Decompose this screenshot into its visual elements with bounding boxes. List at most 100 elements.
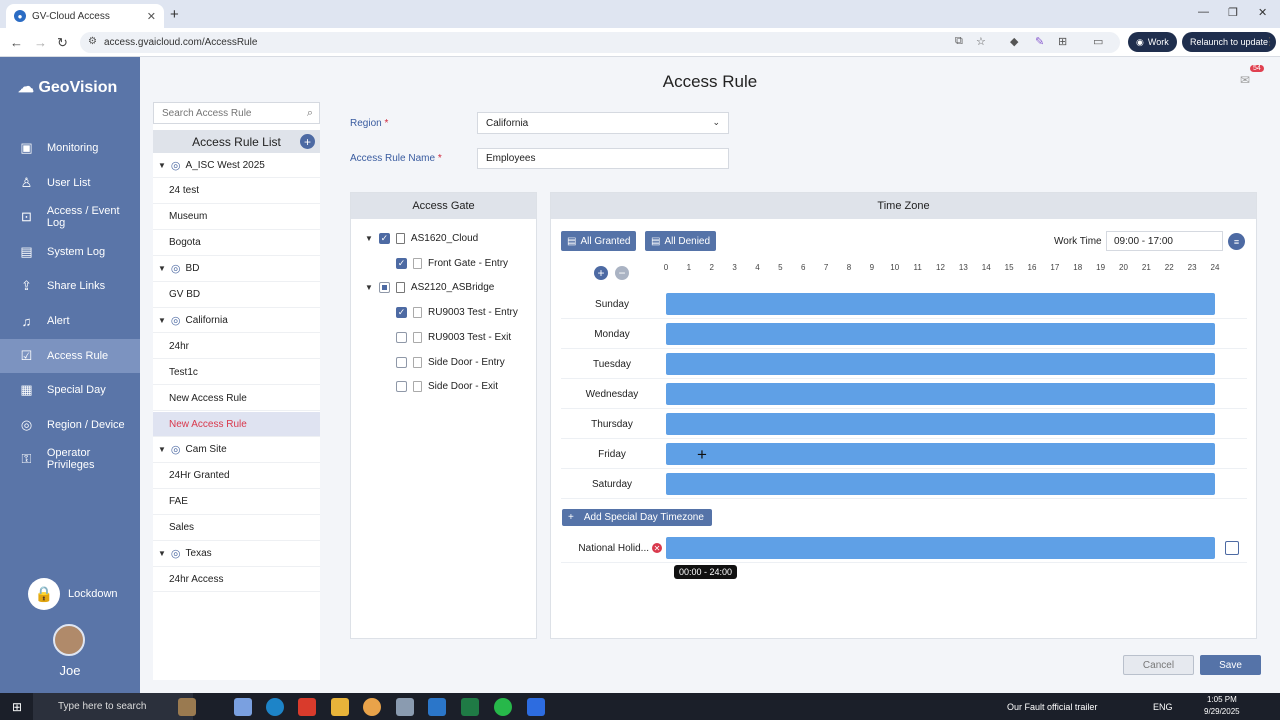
sidebar-item-region-device[interactable]: ◎ Region / Device [0, 408, 140, 442]
sidebar-item-monitoring[interactable]: ▣ Monitoring [0, 131, 140, 165]
back-icon[interactable]: ← [10, 35, 23, 50]
schedule-bar[interactable] [666, 473, 1215, 495]
bookmark-star-icon[interactable]: ☆ [976, 35, 986, 48]
site-info-icon[interactable]: ⚙ [88, 36, 97, 47]
tree-group[interactable]: ▼ ◎ California [153, 308, 320, 334]
gate-device-row[interactable]: ▼ ✓ AS1620_Cloud [365, 233, 478, 244]
list-item[interactable]: 24Hr Granted [153, 464, 320, 489]
list-item[interactable]: GV BD [153, 283, 320, 308]
app-icon-red[interactable] [298, 698, 316, 716]
sidebar-item-access-event-log[interactable]: ⊡ Access / Event Log [0, 200, 140, 234]
extension-icon[interactable]: ◆ [1010, 35, 1018, 48]
door-checkbox[interactable] [396, 381, 407, 393]
restore-icon[interactable]: ❐ [1228, 6, 1238, 19]
sidebar-item-system-log[interactable]: ▤ System Log [0, 235, 140, 269]
gate-door-row[interactable]: Side Door - Entry [396, 356, 505, 368]
gate-device-row[interactable]: ▼ AS2120_ASBridge [365, 282, 494, 294]
list-item[interactable]: 24 test [153, 179, 320, 204]
caret-down-icon[interactable]: ▼ [158, 161, 166, 170]
schedule-bar[interactable] [666, 293, 1215, 315]
windows-start-icon[interactable]: ⊞ [12, 700, 22, 714]
avatar[interactable] [53, 624, 85, 656]
schedule-bar[interactable] [666, 443, 1215, 465]
schedule-bar[interactable] [666, 413, 1215, 435]
browser-menu-icon[interactable]: ⋮ [1264, 35, 1275, 48]
minimize-icon[interactable]: — [1198, 6, 1209, 18]
extensions-puzzle-icon[interactable]: ⊞ [1058, 35, 1067, 48]
news-ticker[interactable]: Our Fault official trailer [1007, 702, 1097, 712]
url-field[interactable]: ⚙ access.gvaicloud.com/AccessRule [80, 32, 1120, 53]
list-item[interactable]: FAE [153, 490, 320, 515]
clock-time[interactable]: 1:05 PM [1207, 695, 1237, 704]
sidebar-item-user-list[interactable]: ♙ User List [0, 166, 140, 200]
outlook-icon[interactable] [428, 698, 446, 716]
gate-door-row[interactable]: Side Door - Exit [396, 381, 498, 393]
search-input[interactable] [162, 107, 297, 119]
add-rule-icon[interactable]: + [300, 134, 315, 149]
lockdown-button[interactable]: 🔒 Lockdown [28, 578, 118, 610]
rule-name-input[interactable]: Employees [477, 148, 729, 169]
door-checkbox[interactable] [396, 356, 407, 368]
sidebar-item-special-day[interactable]: ▦ Special Day [0, 373, 140, 407]
copilot-icon[interactable] [234, 698, 252, 716]
gate-door-row[interactable]: RU9003 Test - Exit [396, 331, 511, 343]
search-icon[interactable]: ⌕ [307, 107, 313, 120]
tree-group[interactable]: ▼ ◎ Cam Site [153, 438, 320, 463]
special-day-bar[interactable] [666, 537, 1215, 559]
schedule-bar[interactable] [666, 383, 1215, 405]
sidebar-item-access-rule[interactable]: ☑ Access Rule [0, 338, 140, 373]
sidebar-item-share-links[interactable]: ⇪ Share Links [0, 269, 140, 303]
browser-tab[interactable]: ● GV-Cloud Access ✕ [6, 4, 164, 28]
chrome-icon[interactable] [363, 698, 381, 716]
region-select[interactable]: California ⌄ [477, 112, 729, 134]
list-item[interactable]: Test1c [153, 360, 320, 386]
taskbar-widget-icon[interactable] [178, 698, 196, 716]
tab-search-icon[interactable]: ▭ [1093, 35, 1103, 48]
tree-group[interactable]: ▼ ◎ Texas [153, 542, 320, 567]
file-explorer-icon[interactable] [331, 698, 349, 716]
schedule-bar[interactable] [666, 353, 1215, 375]
relaunch-button[interactable]: Relaunch to update [1182, 32, 1277, 52]
taskbar-search[interactable]: Type here to search [33, 693, 193, 720]
line-icon[interactable] [494, 698, 512, 716]
notification-icon[interactable]: ✉ [1240, 73, 1254, 87]
door-checkbox[interactable]: ✓ [396, 257, 407, 269]
schedule-bar[interactable] [666, 323, 1215, 345]
pen-extension-icon[interactable]: ✎ [1035, 35, 1044, 48]
all-granted-button[interactable]: ▤ All Granted [561, 231, 637, 251]
door-checkbox[interactable] [396, 331, 407, 343]
all-denied-button[interactable]: ▤ All Denied [645, 231, 717, 251]
list-item[interactable]: 24hr Access [153, 567, 320, 593]
tree-group[interactable]: ▼ ◎ A_ISC West 2025 [153, 153, 320, 178]
zoom-in-icon[interactable]: + [594, 266, 608, 280]
tab-close-icon[interactable]: ✕ [147, 10, 156, 23]
list-item[interactable]: 24hr [153, 334, 320, 360]
work-time-menu-icon[interactable]: ≡ [1228, 233, 1245, 250]
device-checkbox[interactable] [378, 282, 390, 294]
new-tab-icon[interactable]: + [170, 6, 179, 23]
caret-down-icon[interactable]: ▼ [158, 316, 166, 325]
clock-date[interactable]: 9/29/2025 [1204, 707, 1240, 716]
language-indicator[interactable]: ENG [1153, 702, 1173, 712]
zoom-out-icon[interactable]: − [615, 266, 629, 280]
app-icon-gray[interactable] [396, 698, 414, 716]
excel-icon[interactable] [461, 698, 479, 716]
caret-down-icon[interactable]: ▼ [158, 549, 166, 558]
edge-icon[interactable] [266, 698, 284, 716]
device-checkbox[interactable]: ✓ [378, 233, 390, 244]
list-item[interactable]: New Access Rule [153, 386, 320, 412]
save-button[interactable]: Save [1200, 655, 1261, 675]
list-item[interactable]: Sales [153, 516, 320, 541]
caret-down-icon[interactable]: ▼ [158, 445, 166, 454]
forward-icon[interactable]: → [34, 35, 47, 50]
copy-icon[interactable] [1225, 541, 1239, 555]
gate-door-row[interactable]: ✓ Front Gate - Entry [396, 257, 508, 269]
zoom-app-icon[interactable] [527, 698, 545, 716]
add-special-day-button[interactable]: + Add Special Day Timezone [562, 509, 712, 526]
install-icon[interactable]: ⧉ [955, 35, 963, 48]
cancel-button[interactable]: Cancel [1123, 655, 1194, 675]
sidebar-item-alert[interactable]: ♫ Alert [0, 304, 140, 338]
list-item[interactable]: Bogota [153, 231, 320, 256]
window-close-icon[interactable]: ✕ [1258, 6, 1267, 19]
tree-group[interactable]: ▼ ◎ BD [153, 257, 320, 282]
